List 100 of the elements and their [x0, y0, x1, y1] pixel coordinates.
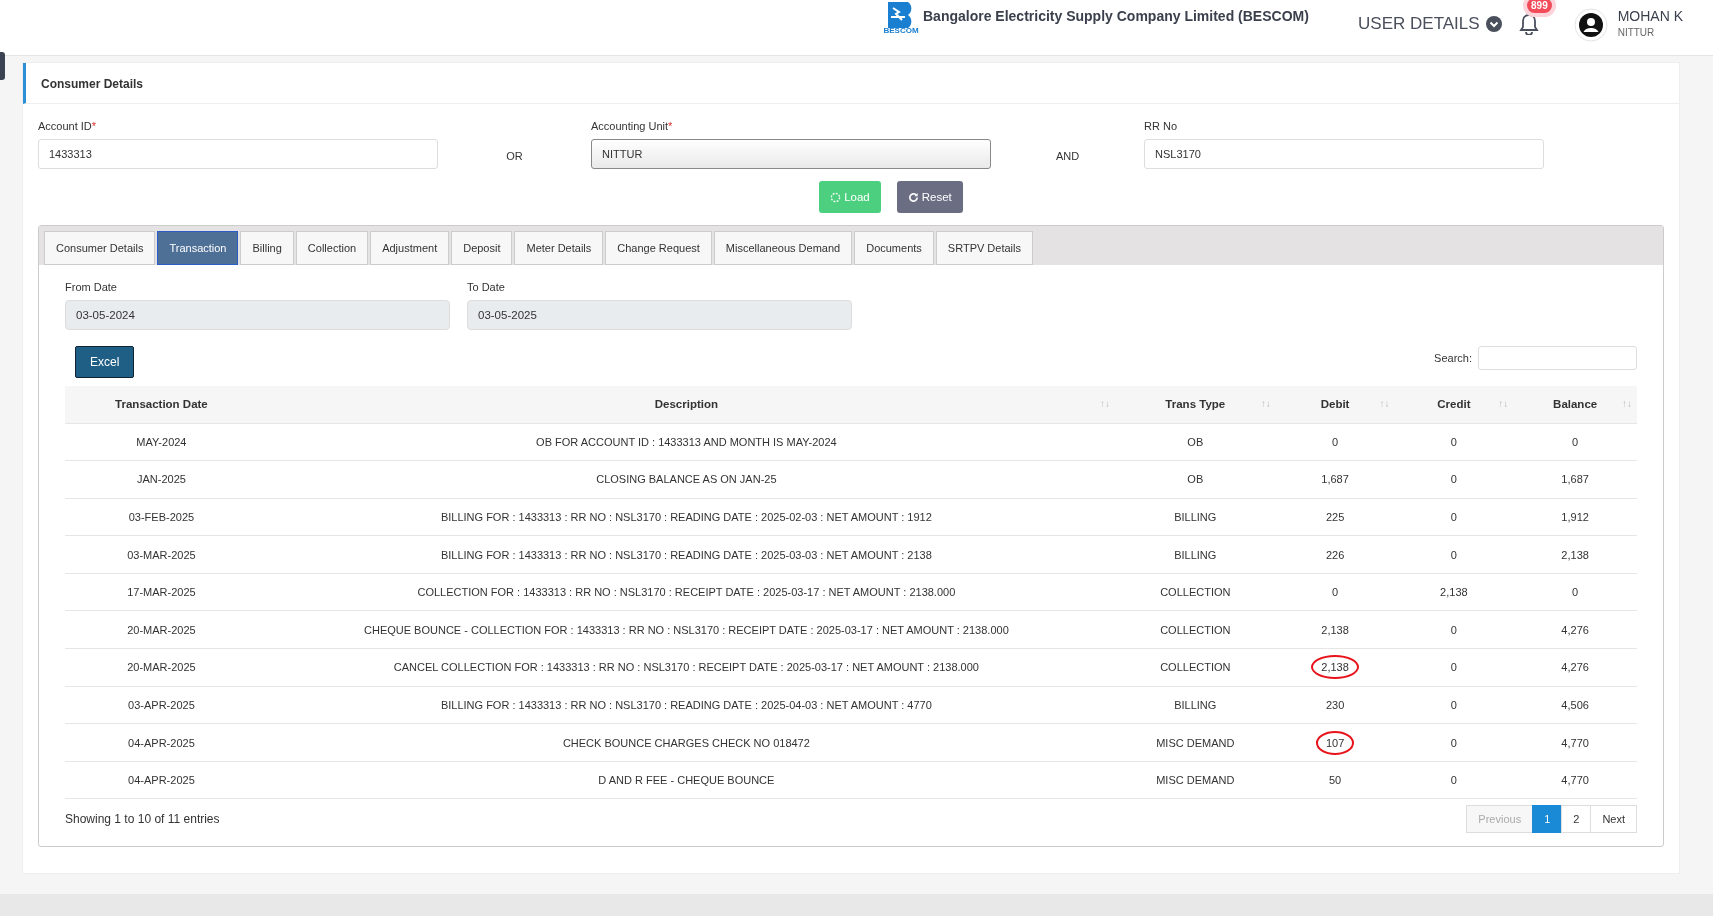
table-cell-text: BILLING FOR : 1433313 : RR NO : NSL3170 : READING DATE : 2025-02-03 : NET AMOUNT : 1912: [439, 510, 933, 525]
company-name: Bangalore Electricity Supply Company Limited (BESCOM): [923, 7, 1309, 24]
search-field[interactable]: [1478, 346, 1637, 370]
date-field[interactable]: 03-05-2025: [467, 300, 852, 330]
table-cell-text: 2,138: [1560, 547, 1590, 563]
field-label: To Date: [467, 281, 506, 293]
tab[interactable]: Consumer Details: [44, 231, 156, 265]
bescom-logo: BESCOM: [885, 2, 917, 34]
input-field[interactable]: NSL3170: [1144, 139, 1544, 169]
date-field[interactable]: 03-05-2024: [65, 300, 450, 330]
table-cell-text: MISC DEMAND: [1155, 735, 1236, 751]
tab[interactable]: Meter Details: [514, 231, 604, 265]
reset-button[interactable]: Reset: [896, 181, 963, 213]
table-cell-text: 50: [1327, 773, 1343, 789]
column-header[interactable]: Credit: [1437, 398, 1471, 411]
tab[interactable]: Documents: [854, 231, 934, 265]
table-cell-text: 0: [1331, 585, 1340, 601]
tab[interactable]: Miscellaneous Demand: [713, 231, 853, 265]
table-cell-text: 0: [1571, 585, 1580, 601]
table-cell-text: MAY-2024: [135, 434, 188, 450]
tab[interactable]: Change Request: [605, 231, 712, 265]
joiner-text: AND: [1055, 150, 1080, 162]
tab[interactable]: Billing: [240, 231, 294, 265]
column-header[interactable]: Trans Type: [1165, 398, 1226, 411]
table-cell-text: 1,687: [1560, 472, 1590, 488]
field-label: From Date: [65, 281, 118, 293]
table-cell-text: 0: [1449, 660, 1458, 676]
table-cell-text: 2,138: [1439, 585, 1469, 601]
table-cell-text: 4,276: [1560, 660, 1590, 676]
bell-icon[interactable]: [1519, 13, 1540, 35]
table-cell-text: CHECK BOUNCE CHARGES CHECK NO 018472: [561, 735, 811, 751]
table-cell-text: OB: [1186, 472, 1205, 488]
table-cell-text: 0: [1449, 510, 1458, 525]
select-field[interactable]: NITTUR: [591, 139, 991, 169]
circled-table-cell: 107: [1315, 730, 1355, 755]
tab[interactable]: Adjustment: [370, 231, 450, 265]
table-cell-text: 20-MAR-2025: [126, 660, 197, 676]
circled-table-cell: 2,138: [1311, 655, 1359, 680]
table-cell-text: 0: [1449, 773, 1458, 789]
joiner-text: OR: [506, 150, 523, 162]
table-cell-text: 230: [1324, 697, 1346, 713]
tab[interactable]: Deposit: [451, 231, 513, 265]
tab[interactable]: SRTPV Details: [935, 231, 1033, 265]
excel-button[interactable]: Excel: [75, 346, 135, 378]
table-cell-text: 1,687: [1320, 472, 1350, 488]
refresh-icon: [907, 191, 919, 203]
table-cell-text: 4,770: [1560, 773, 1590, 789]
sidebar-handle[interactable]: [0, 52, 5, 80]
search-label: Search:: [1434, 352, 1472, 364]
table-cell-text: 4,770: [1560, 735, 1590, 751]
pagination-button[interactable]: Next: [1590, 805, 1637, 834]
table-cell-text: MISC DEMAND: [1155, 773, 1236, 789]
table-cell-text: COLLECTION: [1159, 622, 1232, 638]
table-cell-text: 0: [1449, 622, 1458, 638]
tab[interactable]: Collection: [295, 231, 369, 265]
table-cell-text: D AND R FEE - CHEQUE BOUNCE: [597, 773, 776, 789]
pagination-button[interactable]: 2: [1561, 805, 1592, 834]
field-label: Account ID*: [38, 120, 98, 132]
spinner-icon: [830, 191, 842, 203]
table-cell-text: 2,138: [1320, 622, 1350, 638]
table-cell-text: COLLECTION FOR : 1433313 : RR NO : NSL3170 : RECEIPT DATE : 2025-03-17 : NET AMOUNT : 2138.000: [416, 585, 957, 601]
column-header[interactable]: Debit: [1320, 398, 1350, 411]
field-label: RR No: [1144, 120, 1178, 132]
field-label: Accounting Unit*: [591, 120, 674, 132]
table-cell-text: 1,912: [1560, 510, 1590, 525]
table-cell-text: 4,506: [1560, 697, 1590, 713]
table-cell-text: CANCEL COLLECTION FOR : 1433313 : RR NO : NSL3170 : RECEIPT DATE : 2025-03-17 : NET AMOUNT : 2138.000: [392, 660, 980, 676]
table-cell-text: 03-APR-2025: [127, 697, 196, 713]
table-cell-text: 03-MAR-2025: [126, 547, 197, 563]
input-field[interactable]: 1433313: [38, 139, 438, 169]
table-cell-text: 0: [1449, 434, 1458, 450]
table-cell-text: 4,276: [1560, 622, 1590, 638]
table-cell-text: BILLING: [1173, 510, 1218, 525]
column-header[interactable]: Transaction Date: [115, 398, 208, 411]
table-cell-text: CLOSING BALANCE AS ON JAN-25: [595, 472, 778, 488]
table-cell-text: 226: [1324, 547, 1346, 563]
chevron-down-icon: [1485, 16, 1502, 32]
table-cell-text: COLLECTION: [1159, 585, 1232, 601]
table-cell-text: 04-APR-2025: [127, 773, 196, 789]
column-header[interactable]: Balance: [1553, 398, 1598, 411]
tab[interactable]: Transaction: [157, 231, 239, 265]
table-cell-text: BILLING: [1173, 547, 1218, 563]
table-cell-text: 0: [1331, 434, 1340, 450]
pagination-button[interactable]: 1: [1532, 805, 1563, 834]
user-details-menu[interactable]: USER DETAILS: [1358, 0, 1520, 34]
table-cell-text: 0: [1571, 434, 1580, 450]
table-cell-text: 17-MAR-2025: [126, 585, 197, 601]
table-cell-text: 03-FEB-2025: [127, 510, 196, 525]
user-unit: NITTUR: [1617, 27, 1656, 38]
table-cell-text: 0: [1449, 472, 1458, 488]
table-cell-text: 0: [1449, 735, 1458, 751]
table-cell-text: JAN-2025: [135, 472, 187, 488]
table-cell-text: 20-MAR-2025: [126, 622, 197, 638]
table-cell-text: 04-APR-2025: [127, 735, 196, 751]
table-cell-text: 225: [1324, 510, 1346, 525]
table-cell-text: OB FOR ACCOUNT ID : 1433313 AND MONTH IS MAY-2024: [535, 434, 838, 450]
table-cell-text: OB: [1186, 434, 1205, 450]
table-cell-text: 0: [1449, 697, 1458, 713]
column-header[interactable]: Description: [654, 398, 718, 411]
avatar-icon[interactable]: [1573, 8, 1608, 42]
